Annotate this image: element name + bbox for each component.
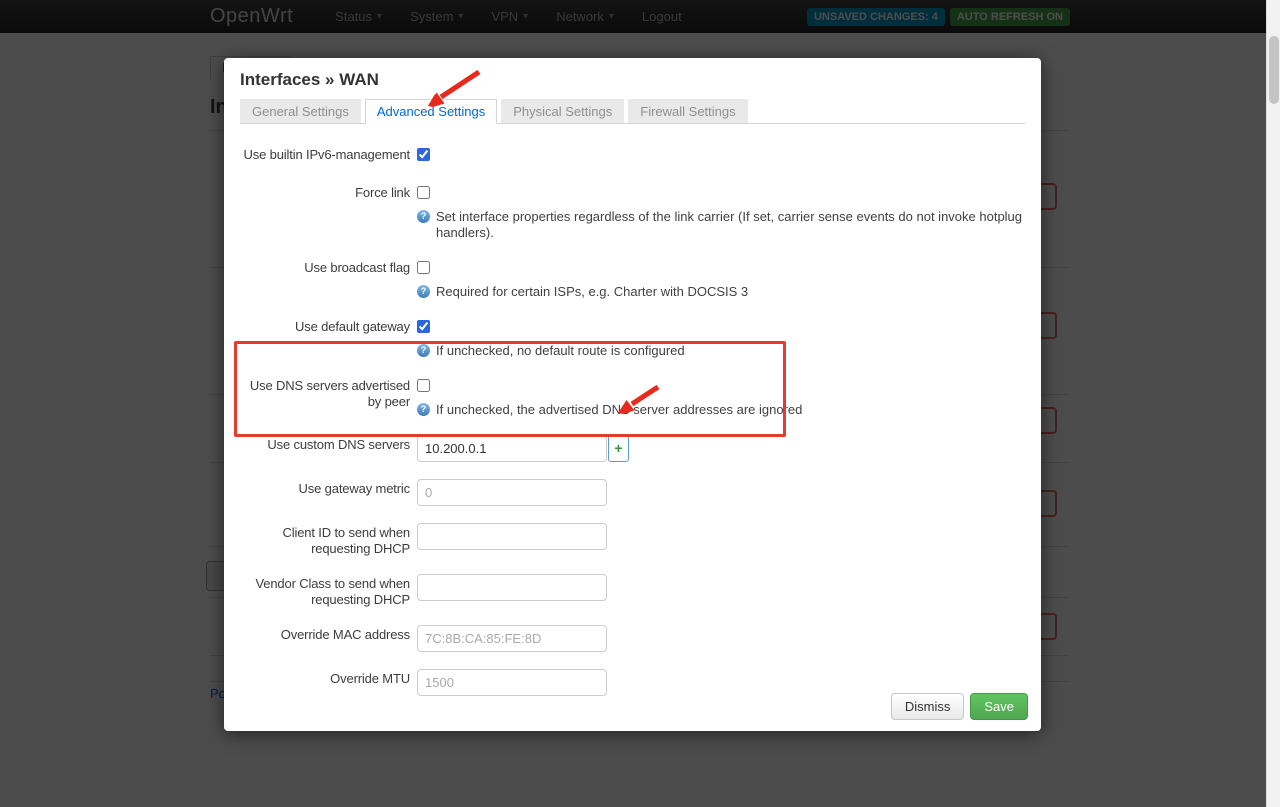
field-control: ? Set interface properties regardless of … xyxy=(417,183,1025,241)
field-control: ? Required for certain ISPs, e.g. Charter… xyxy=(417,258,1025,300)
field-label: Use builtin IPv6-management xyxy=(243,147,411,162)
text-input-use-gateway-metric[interactable] xyxy=(417,479,607,506)
text-input-use-custom-dns-servers[interactable] xyxy=(417,435,607,462)
field-label: Use default gateway xyxy=(295,319,410,334)
field-label: Use DNS servers advertised by peer xyxy=(249,378,410,409)
tab-physical-settings[interactable]: Physical Settings xyxy=(501,99,625,123)
form-row-override-mac-address: Override MAC address xyxy=(240,625,1025,652)
browser-scrollbar[interactable] xyxy=(1266,0,1280,807)
form-row-use-default-gateway: Use default gateway? If unchecked, no def… xyxy=(240,317,1025,359)
field-label: Override MTU xyxy=(330,671,410,686)
save-button[interactable]: Save xyxy=(970,693,1028,720)
openwrt-luci-page: OpenWrt Status▾System▾VPN▾Network▾Logout… xyxy=(0,0,1280,807)
tab-advanced-settings[interactable]: Advanced Settings xyxy=(364,99,498,124)
form-row-vendor-class-to-send-when-requesting-dhcp: Vendor Class to send when requesting DHC… xyxy=(240,574,1025,608)
interface-settings-modal: Interfaces » WAN General Settings Advance… xyxy=(224,58,1041,731)
modal-actions: Dismiss Save xyxy=(890,693,1028,720)
field-help-text: Set interface properties regardless of t… xyxy=(436,209,1023,240)
tab-firewall-settings[interactable]: Firewall Settings xyxy=(628,99,748,123)
field-label: Client ID to send when requesting DHCP xyxy=(282,525,411,556)
text-input-client-id-to-send-when-requesting-dhcp[interactable] xyxy=(417,523,607,550)
field-help: ? If unchecked, no default route is confi… xyxy=(417,343,1025,359)
form-row-use-builtin-ipv6-management: Use builtin IPv6-management xyxy=(240,145,1025,166)
field-label: Override MAC address xyxy=(280,627,410,642)
modal-title: Interfaces » WAN xyxy=(240,70,379,89)
checkbox-use-builtin-ipv6-management[interactable] xyxy=(417,148,430,161)
field-control: + xyxy=(417,435,1025,462)
modal-tabbar: General Settings Advanced Settings Physica… xyxy=(240,99,1025,124)
field-help: ? Set interface properties regardless of … xyxy=(417,209,1025,241)
field-label: Use gateway metric xyxy=(298,481,411,496)
form-row-use-dns-servers-advertised-by-peer: Use DNS servers advertised by peer? If un… xyxy=(240,376,1025,418)
dismiss-button[interactable]: Dismiss xyxy=(890,693,965,720)
field-label: Force link xyxy=(355,185,410,200)
help-icon: ? xyxy=(417,210,430,223)
form-row-use-custom-dns-servers: Use custom DNS servers + xyxy=(240,435,1025,462)
field-control xyxy=(417,145,1025,166)
field-control xyxy=(417,625,1025,652)
field-label: Vendor Class to send when requesting DHC… xyxy=(255,576,410,607)
field-control xyxy=(417,669,1025,696)
add-dns-server-button[interactable]: + xyxy=(608,435,629,462)
checkbox-force-link[interactable] xyxy=(417,186,430,199)
field-help-text: If unchecked, the advertised DNS server … xyxy=(436,402,803,417)
text-input-override-mtu[interactable] xyxy=(417,669,607,696)
field-label: Use broadcast flag xyxy=(304,260,410,275)
form-row-use-gateway-metric: Use gateway metric xyxy=(240,479,1025,506)
field-help: ? Required for certain ISPs, e.g. Charter… xyxy=(417,284,1025,300)
form-row-use-broadcast-flag: Use broadcast flag? Required for certain … xyxy=(240,258,1025,300)
text-input-vendor-class-to-send-when-requesting-dhcp[interactable] xyxy=(417,574,607,601)
checkbox-use-default-gateway[interactable] xyxy=(417,320,430,333)
field-control: ? If unchecked, no default route is confi… xyxy=(417,317,1025,359)
field-label: Use custom DNS servers xyxy=(267,437,410,452)
checkbox-use-dns-servers-advertised-by-peer[interactable] xyxy=(417,379,430,392)
field-control xyxy=(417,479,1025,506)
help-icon: ? xyxy=(417,344,430,357)
help-icon: ? xyxy=(417,285,430,298)
field-help-text: If unchecked, no default route is config… xyxy=(436,343,685,358)
form-row-override-mtu: Override MTU xyxy=(240,669,1025,696)
form-row-force-link: Force link? Set interface properties rega… xyxy=(240,183,1025,241)
form-row-client-id-to-send-when-requesting-dhcp: Client ID to send when requesting DHCP xyxy=(240,523,1025,557)
field-help-text: Required for certain ISPs, e.g. Charter … xyxy=(436,284,749,299)
checkbox-use-broadcast-flag[interactable] xyxy=(417,261,430,274)
field-control xyxy=(417,523,1025,557)
modal-form: Use builtin IPv6-management Force link? Se… xyxy=(240,145,1025,696)
tab-general-settings[interactable]: General Settings xyxy=(240,99,361,123)
field-control xyxy=(417,574,1025,608)
field-help: ? If unchecked, the advertised DNS server… xyxy=(417,402,1025,418)
help-icon: ? xyxy=(417,403,430,416)
scrollbar-thumb[interactable] xyxy=(1269,36,1279,104)
text-input-override-mac-address[interactable] xyxy=(417,625,607,652)
field-control: ? If unchecked, the advertised DNS server… xyxy=(417,376,1025,418)
